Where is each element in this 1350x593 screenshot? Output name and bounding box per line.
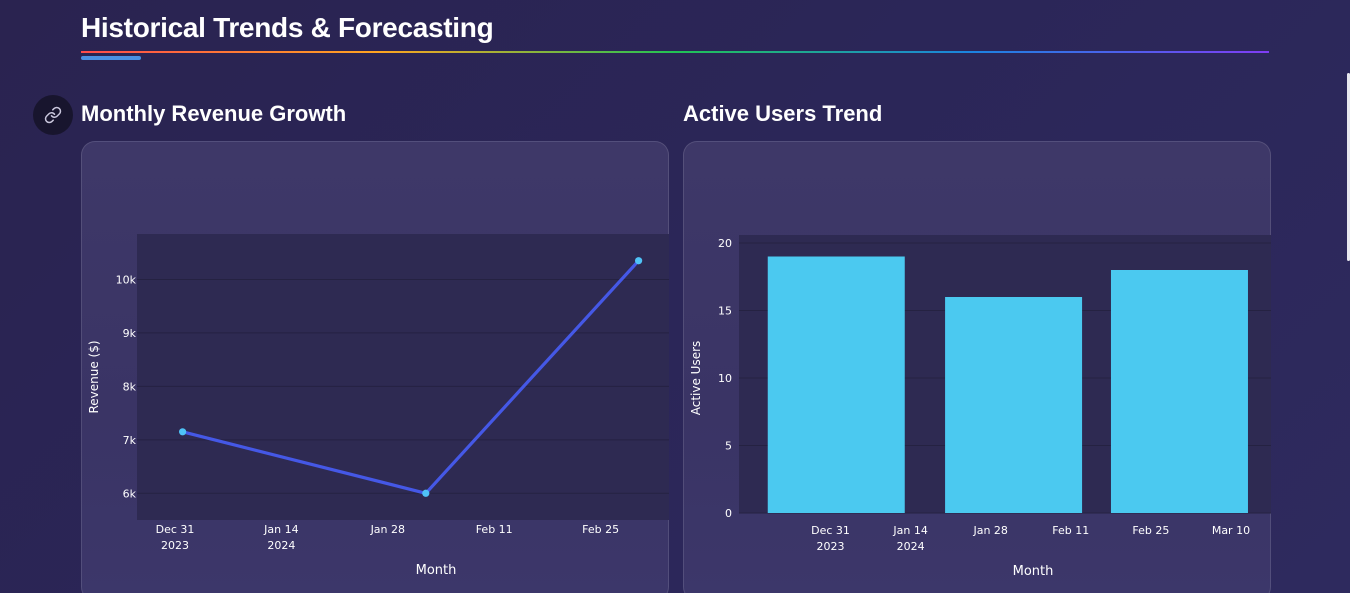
plot-area xyxy=(137,234,669,520)
x-tick-label: Dec 31 xyxy=(156,523,195,536)
x-tick-label: Feb 11 xyxy=(476,523,513,536)
y-tick-label: 15 xyxy=(718,305,732,318)
x-axis-label: Month xyxy=(416,563,457,578)
x-tick-year-label: 2024 xyxy=(267,539,295,552)
x-tick-year-label: 2023 xyxy=(161,539,189,552)
data-point xyxy=(179,428,187,436)
y-axis-label: Revenue ($) xyxy=(87,340,101,413)
y-tick-label: 10 xyxy=(718,372,732,385)
x-tick-label: Jan 28 xyxy=(370,523,405,536)
title-accent-bar xyxy=(81,56,141,60)
x-tick-label: Jan 14 xyxy=(263,523,298,536)
y-tick-label: 9k xyxy=(123,327,137,340)
x-tick-year-label: 2023 xyxy=(817,540,845,553)
x-tick-year-label: 2024 xyxy=(897,540,925,553)
users-chart-title: Active Users Trend xyxy=(683,101,883,126)
x-tick-label: Dec 31 xyxy=(811,524,850,537)
y-tick-label: 0 xyxy=(725,507,732,520)
x-axis-label: Month xyxy=(1013,564,1054,579)
data-point xyxy=(635,257,643,265)
revenue-chart-title: Monthly Revenue Growth xyxy=(81,101,347,126)
revenue-chart-card[interactable]: 6k 7k 8k 9k 10k Dec 31 2023 Jan 14 2024 Jan 28 Feb… xyxy=(81,141,669,593)
link-icon xyxy=(44,106,62,124)
y-tick-label: 6k xyxy=(123,487,137,500)
y-tick-label: 10k xyxy=(116,273,137,286)
section-title: Historical Trends & Forecasting xyxy=(81,12,494,43)
x-tick-label: Mar 10 xyxy=(1212,524,1250,537)
bar xyxy=(1110,270,1248,513)
bar xyxy=(767,256,905,513)
x-tick-label: Jan 28 xyxy=(972,524,1007,537)
y-tick-label: 5 xyxy=(725,440,732,453)
y-tick-label: 20 xyxy=(718,237,732,250)
anchor-link-button[interactable] xyxy=(33,95,73,135)
y-tick-label: 8k xyxy=(123,380,137,393)
x-tick-label: Feb 25 xyxy=(1132,524,1169,537)
revenue-line-chart[interactable]: 6k 7k 8k 9k 10k Dec 31 2023 Jan 14 2024 Jan 28 Feb… xyxy=(82,142,670,593)
x-tick-label: Feb 11 xyxy=(1052,524,1089,537)
bar xyxy=(945,297,1083,513)
y-tick-label: 7k xyxy=(123,434,137,447)
users-chart-card[interactable]: 0 5 10 15 20 Dec 31 2023 Jan 14 2024 Jan 28 Feb 11… xyxy=(683,141,1271,593)
x-tick-label: Feb 25 xyxy=(582,523,619,536)
data-point xyxy=(422,489,430,497)
users-bar-chart[interactable]: 0 5 10 15 20 Dec 31 2023 Jan 14 2024 Jan 28 Feb 11… xyxy=(684,142,1272,593)
y-axis-label: Active Users xyxy=(689,341,703,416)
x-tick-label: Jan 14 xyxy=(892,524,927,537)
dashboard-page: Historical Trends & Forecasting Monthly … xyxy=(0,0,1350,593)
title-divider xyxy=(81,51,1269,53)
